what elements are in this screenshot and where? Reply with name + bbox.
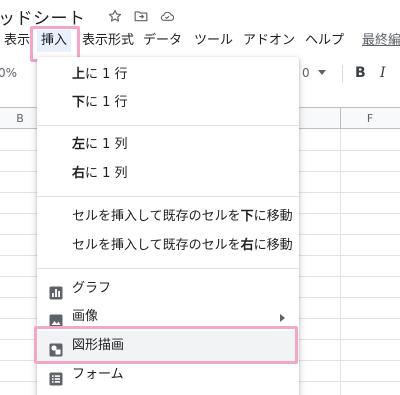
bold-button[interactable]: B: [355, 58, 366, 88]
menu-format[interactable]: 表示形式: [82, 30, 134, 52]
menu-addons[interactable]: アドオン: [243, 30, 295, 52]
menu-item-insert-cells-shift-down[interactable]: セルを挿入して既存のセルを下に移動: [37, 202, 299, 232]
chevron-down-icon[interactable]: [318, 70, 326, 75]
menu-separator: [37, 196, 299, 197]
menu-separator: [37, 125, 299, 126]
menu-item-insert-row-below[interactable]: 下に 1 行: [37, 88, 299, 118]
menu-data[interactable]: データ: [143, 30, 182, 52]
last-edit-link[interactable]: 最終編: [362, 30, 400, 52]
chart-icon: [49, 282, 63, 300]
move-to-folder-icon[interactable]: [134, 9, 148, 23]
grid-col-line: [340, 129, 341, 395]
document-title[interactable]: ッドシート: [0, 4, 86, 29]
star-icon[interactable]: [108, 9, 122, 23]
menu-separator: [37, 268, 299, 269]
menu-item-insert-row-above[interactable]: 上に 1 行: [37, 60, 299, 90]
image-icon: [49, 310, 63, 328]
menu-item-insert-column-right[interactable]: 右に 1 列: [37, 159, 299, 189]
menu-help[interactable]: ヘルプ: [305, 30, 344, 52]
zoom-select[interactable]: 0%: [0, 58, 17, 88]
menu-item-insert-cells-shift-right[interactable]: セルを挿入して既存のセルを右に移動: [37, 231, 299, 261]
menu-tools[interactable]: ツール: [194, 30, 233, 52]
menu-item-form[interactable]: フォーム: [37, 360, 299, 390]
column-header-b[interactable]: B: [0, 108, 40, 129]
menu-item-chart[interactable]: グラフ: [37, 274, 299, 304]
form-icon: [49, 368, 63, 386]
column-header-f[interactable]: F: [340, 108, 400, 129]
toolbar-divider: [342, 65, 343, 83]
menu-view[interactable]: 表示: [4, 30, 30, 52]
font-size-select[interactable]: 0: [302, 58, 310, 88]
italic-button[interactable]: I: [380, 58, 386, 88]
drawing-item-highlight: [34, 326, 298, 364]
cloud-status-icon[interactable]: [160, 9, 174, 23]
submenu-arrow-icon: [280, 314, 285, 322]
menu-item-insert-column-left[interactable]: 左に 1 列: [37, 130, 299, 160]
